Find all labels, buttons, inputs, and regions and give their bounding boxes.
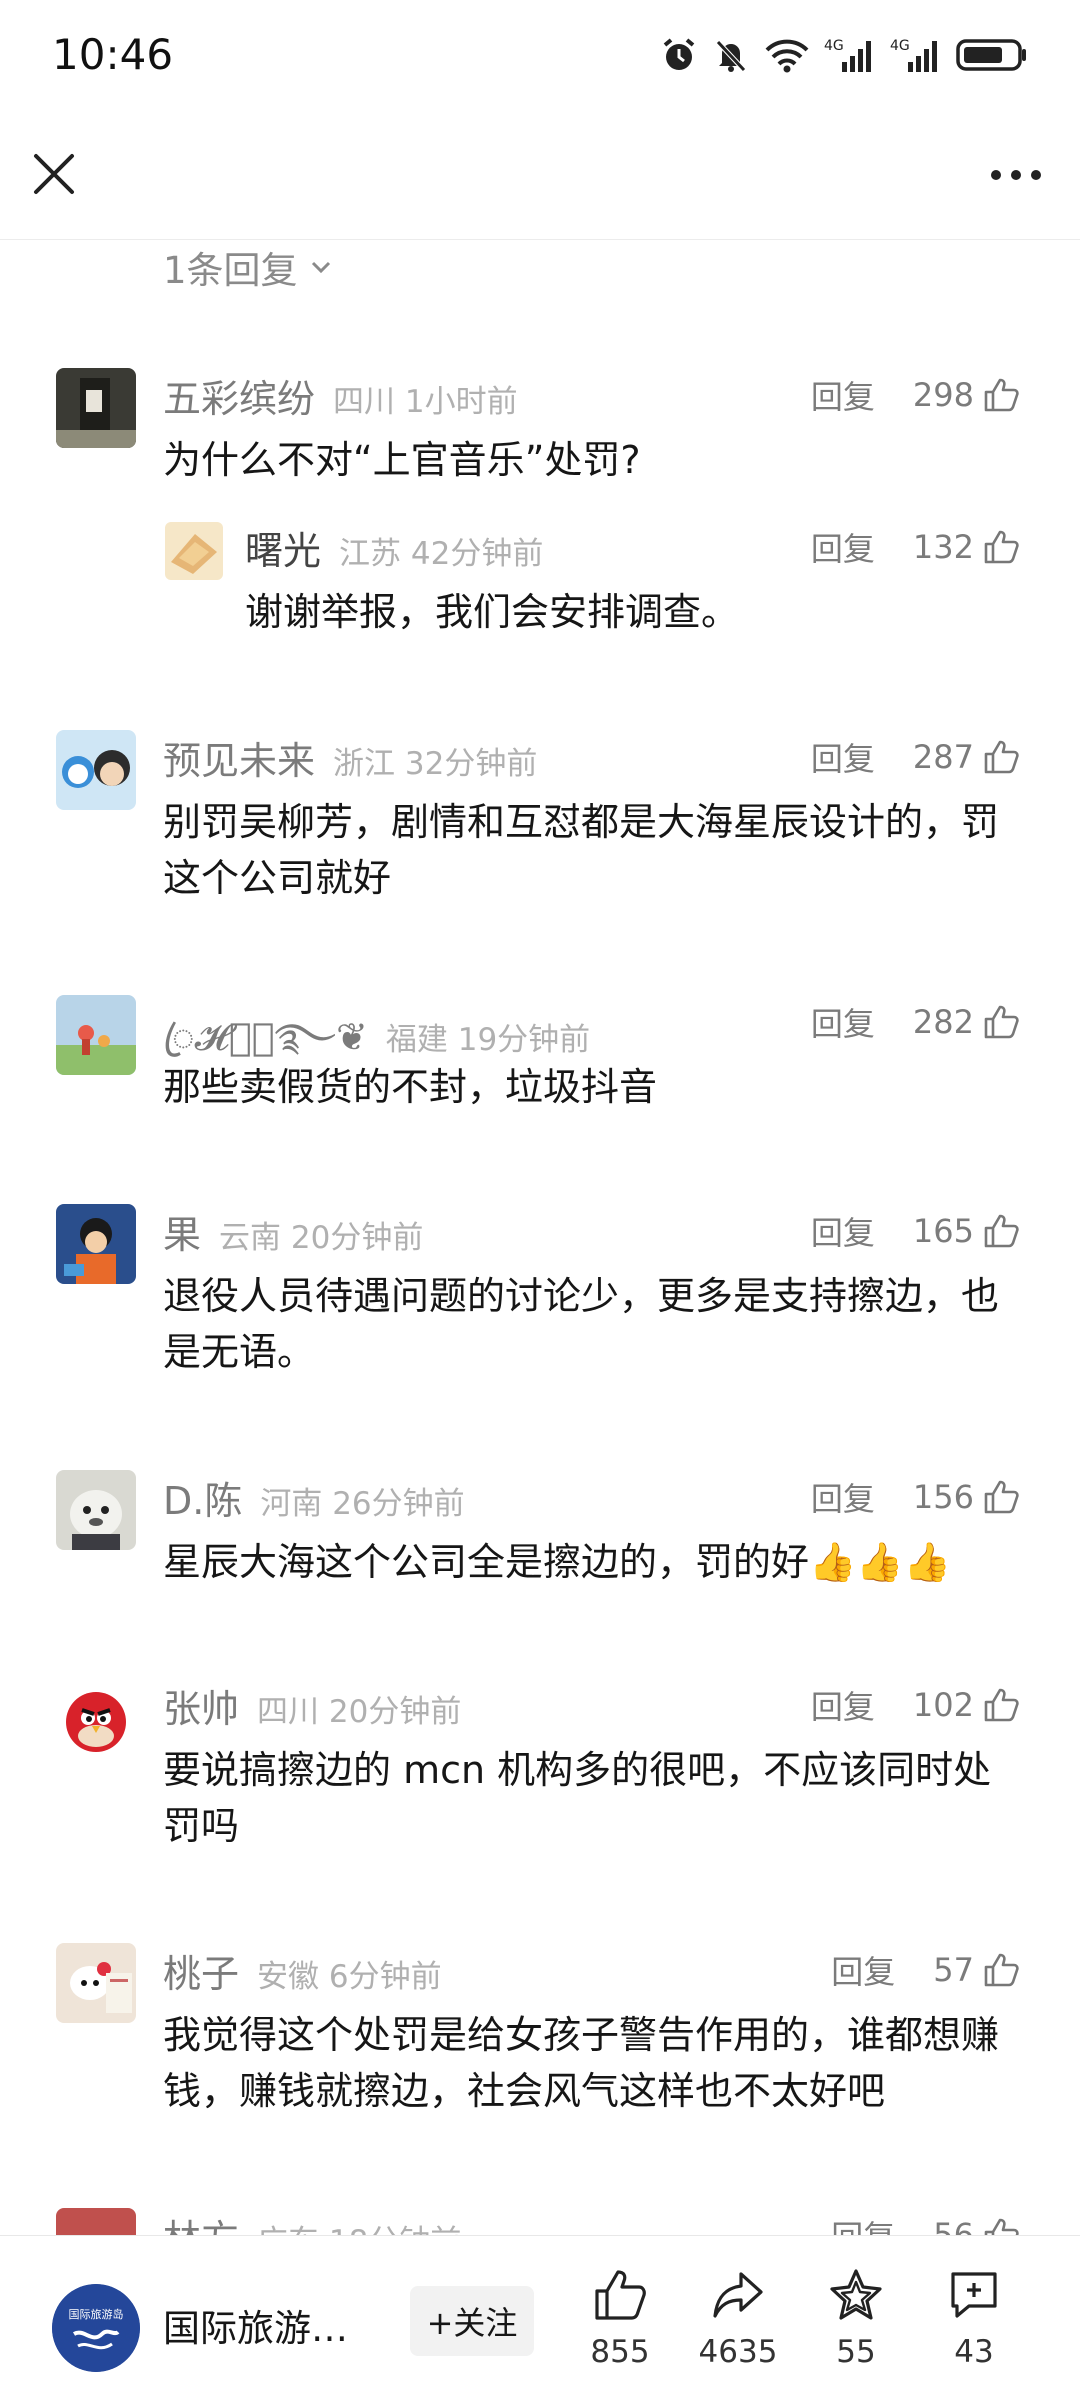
comment-author[interactable]: 张帅: [163, 1678, 239, 1733]
bottom-action-bar: 国际旅游岛 国际旅游… +关注 855 4635 55 43: [0, 2235, 1080, 2400]
avatar[interactable]: [56, 368, 136, 448]
reply-button[interactable]: 回复: [811, 1474, 875, 1520]
like-count: 102: [912, 1686, 974, 1724]
comment-author[interactable]: D.陈: [163, 1470, 242, 1525]
thumbs-up-icon[interactable]: [982, 1003, 1020, 1041]
thumbs-up-icon[interactable]: [982, 1686, 1020, 1724]
comment-text: 为什么不对“上官音乐”处罚?: [163, 438, 641, 482]
comment-author[interactable]: 预见未来: [163, 730, 315, 785]
thumbs-up-icon[interactable]: [982, 1478, 1020, 1516]
comment-text: 星辰大海这个公司全是擦边的，罚的好👍👍👍: [163, 1540, 951, 1584]
star-icon: [830, 2269, 882, 2320]
expand-replies-label: 1条回复: [163, 249, 298, 292]
battery-icon: [956, 39, 1026, 71]
like-count: 287: [912, 738, 974, 776]
comment-meta: 安徽 6分钟前: [257, 1959, 442, 1995]
like-count: 57: [933, 1951, 974, 1989]
close-button[interactable]: [28, 148, 80, 200]
reply-text: 谢谢举报，我们会安排调查。: [245, 590, 740, 634]
like-count: 282: [912, 1003, 974, 1041]
like-button[interactable]: 855: [565, 2266, 675, 2370]
comment-text: 我觉得这个处罚是给女孩子警告作用的，谁都想赚钱，赚钱就擦边，社会风气这样也不太好…: [163, 2013, 1000, 2113]
more-button[interactable]: [986, 153, 1046, 197]
publisher-avatar[interactable]: 国际旅游岛: [52, 2284, 140, 2372]
thumbs-up-icon[interactable]: [982, 528, 1020, 566]
comment-text: 要说搞擦边的 mcn 机构多的很吧，不应该同时处罚吗: [163, 1748, 992, 1848]
share-icon: [713, 2272, 763, 2318]
reply-author[interactable]: 曙光: [245, 520, 321, 575]
status-icons: 4G 4G: [660, 34, 1028, 76]
status-time: 10:46: [52, 30, 174, 79]
avatar[interactable]: [56, 1470, 136, 1550]
follow-button[interactable]: +关注: [410, 2286, 534, 2356]
like-count: 132: [912, 528, 974, 566]
reply-button[interactable]: 回复: [831, 2212, 895, 2235]
comment-meta: 广东 18分钟前: [257, 2216, 461, 2235]
mute-icon: [716, 40, 746, 72]
share-count: 4635: [698, 2334, 778, 2370]
avatar[interactable]: [56, 1678, 136, 1758]
comment-text: 那些卖假货的不封，垃圾抖音: [163, 1065, 658, 1109]
comment-icon: [951, 2272, 997, 2318]
chevron-down-icon: [311, 261, 330, 274]
comment-author[interactable]: 林方: [163, 2208, 239, 2235]
reply-meta: 江苏 42分钟前: [339, 536, 544, 572]
reply-button[interactable]: 回复: [811, 1682, 875, 1728]
status-bar: 10:46 4G 4G: [0, 0, 1080, 115]
comment-text: 别罚吴柳芳，剧情和互怼都是大海星辰设计的，罚这个公司就好: [163, 800, 1000, 900]
comment-meta: 福建 19分钟前: [385, 1022, 591, 1058]
avatar[interactable]: [56, 1204, 136, 1284]
reply-button[interactable]: 回复: [811, 524, 875, 570]
comment-button[interactable]: 43: [919, 2266, 1029, 2370]
share-button[interactable]: 4635: [683, 2266, 793, 2370]
comment-author[interactable]: 果: [163, 1204, 201, 1259]
avatar[interactable]: [165, 522, 223, 580]
avatar[interactable]: [56, 1943, 136, 2023]
comment-count: 43: [954, 2334, 994, 2370]
thumbs-up-icon[interactable]: [982, 1951, 1020, 1989]
thumbs-up-icon[interactable]: [982, 1212, 1020, 1250]
publisher-logo-text: 国际旅游岛: [69, 2307, 124, 2321]
avatar[interactable]: [56, 730, 136, 810]
expand-replies-button[interactable]: 1条回复: [163, 240, 334, 294]
reply-button[interactable]: 回复: [811, 1208, 875, 1254]
reply-button[interactable]: 回复: [811, 999, 875, 1045]
thumbs-up-icon[interactable]: [982, 2216, 1020, 2235]
signal-4g-icon: 4G: [890, 38, 937, 72]
comment-text: 退役人员待遇问题的讨论少，更多是支持擦边，也是无语。: [163, 1274, 1000, 1374]
comment-meta: 河南 26分钟前: [260, 1486, 465, 1522]
top-bar: [0, 115, 1080, 240]
signal-4g-icon: 4G: [824, 38, 871, 72]
like-count: 298: [912, 376, 974, 414]
alarm-icon: [663, 38, 695, 70]
reply-button[interactable]: 回复: [811, 734, 875, 780]
close-icon: [34, 154, 74, 194]
avatar[interactable]: [56, 995, 136, 1075]
comment-list: 1条回复 五彩缤纷 四川 1小时前 回复 298 为什么不对“上官音乐”处罚? …: [0, 240, 1080, 2235]
thumbs-up-icon: [595, 2270, 646, 2320]
wifi-icon: [765, 39, 809, 73]
comment-meta: 四川 1小时前: [333, 384, 518, 420]
thumbs-up-icon[interactable]: [982, 738, 1020, 776]
like-count: 56: [933, 2216, 974, 2235]
publisher-name[interactable]: 国际旅游…: [163, 2298, 348, 2352]
svg-text:4G: 4G: [824, 38, 844, 54]
comment-meta: 四川 20分钟前: [257, 1694, 462, 1730]
thumbs-up-icon[interactable]: [982, 376, 1020, 414]
comment-meta: 云南 20分钟前: [219, 1220, 424, 1256]
favorite-button[interactable]: 55: [801, 2266, 911, 2370]
reply-button[interactable]: 回复: [811, 372, 875, 418]
like-count: 855: [590, 2334, 650, 2370]
like-count: 165: [912, 1212, 974, 1250]
more-icon: [991, 170, 1041, 180]
svg-text:4G: 4G: [890, 38, 910, 54]
comment-meta: 浙江 32分钟前: [333, 746, 538, 782]
reply-button[interactable]: 回复: [831, 1947, 895, 1993]
avatar[interactable]: [56, 2208, 136, 2235]
comment-author[interactable]: 桃子: [163, 1943, 239, 1998]
comment-author[interactable]: 五彩缤纷: [163, 368, 315, 423]
like-count: 156: [912, 1478, 974, 1516]
favorite-count: 55: [836, 2334, 876, 2370]
